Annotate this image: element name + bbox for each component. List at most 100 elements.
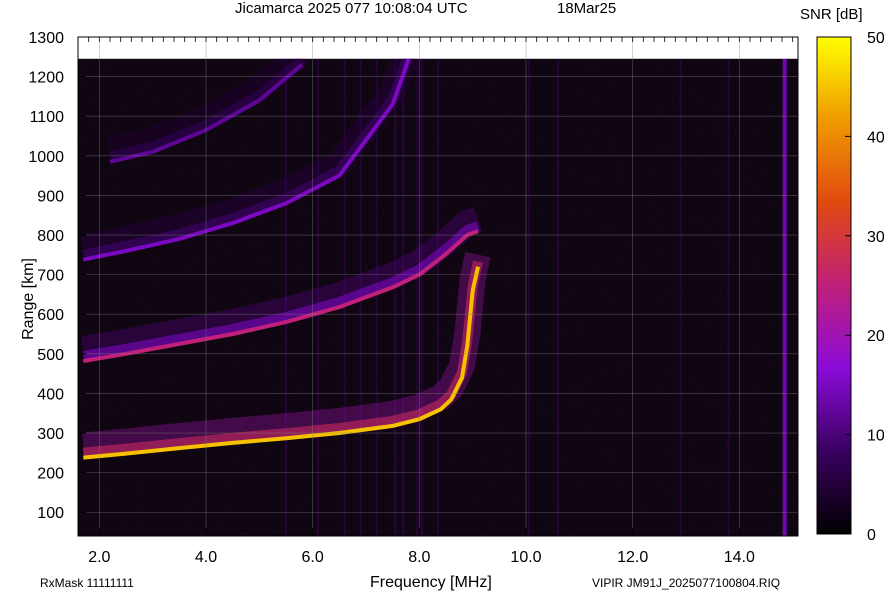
noise-speck — [546, 252, 548, 254]
noise-speck — [480, 233, 483, 235]
noise-speck — [324, 114, 327, 116]
noise-speck — [699, 232, 701, 234]
noise-speck — [287, 334, 289, 336]
noise-speck — [539, 141, 541, 143]
noise-speck — [491, 350, 493, 352]
noise-speck — [549, 521, 552, 523]
noise-speck — [495, 368, 498, 370]
noise-speck — [400, 385, 402, 387]
noise-speck — [662, 210, 665, 212]
noise-speck — [753, 264, 756, 266]
noise-speck — [388, 247, 391, 249]
noise-speck — [445, 72, 447, 74]
noise-speck — [223, 124, 225, 126]
noise-speck — [664, 490, 667, 492]
noise-speck — [79, 241, 81, 243]
noise-speck — [333, 371, 335, 373]
noise-speck — [102, 272, 104, 274]
noise-speck — [608, 139, 610, 141]
noise-speck — [140, 484, 142, 486]
noise-speck — [479, 408, 481, 410]
x-tick-label: 2.0 — [88, 549, 110, 566]
noise-speck — [87, 78, 90, 80]
y-tick-label: 400 — [37, 386, 64, 403]
noise-speck — [261, 243, 264, 245]
noise-speck — [496, 422, 499, 424]
noise-speck — [593, 68, 596, 70]
noise-speck — [518, 151, 521, 153]
noise-speck — [138, 300, 140, 302]
noise-speck — [668, 147, 670, 149]
noise-speck — [234, 362, 236, 364]
noise-speck — [516, 134, 519, 136]
noise-speck — [524, 181, 526, 183]
noise-speck — [659, 477, 661, 479]
noise-speck — [524, 478, 526, 480]
noise-speck — [432, 146, 434, 148]
noise-speck — [299, 509, 302, 511]
y-tick-label: 200 — [37, 466, 64, 483]
noise-speck — [758, 305, 761, 307]
noise-speck — [589, 148, 592, 150]
noise-speck — [227, 254, 229, 256]
noise-speck — [296, 323, 298, 325]
noise-speck — [693, 463, 696, 465]
noise-speck — [405, 299, 407, 301]
x-tick-label: 4.0 — [195, 549, 217, 566]
noise-speck — [620, 483, 623, 485]
noise-speck — [664, 396, 667, 398]
noise-speck — [577, 487, 580, 489]
noise-speck — [450, 415, 453, 417]
noise-speck — [540, 402, 543, 404]
noise-speck — [751, 148, 753, 150]
noise-speck — [596, 462, 598, 464]
noise-speck — [687, 324, 689, 326]
noise-speck — [282, 362, 284, 364]
noise-speck — [505, 141, 507, 143]
noise-speck — [102, 109, 105, 111]
noise-speck — [753, 386, 756, 388]
noise-speck — [586, 426, 588, 428]
noise-speck — [355, 437, 357, 439]
noise-speck — [227, 340, 230, 342]
noise-speck — [111, 411, 113, 413]
noise-speck — [115, 168, 118, 170]
noise-speck — [257, 126, 259, 128]
noise-speck — [445, 321, 447, 323]
noise-speck — [470, 400, 472, 402]
noise-speck — [170, 377, 172, 379]
noise-speck — [621, 235, 624, 237]
noise-speck — [581, 197, 584, 199]
noise-speck — [714, 132, 717, 134]
noise-speck — [426, 351, 429, 353]
noise-speck — [620, 161, 623, 163]
noise-speck — [611, 461, 613, 463]
noise-speck — [611, 302, 614, 304]
noise-speck — [531, 148, 534, 150]
noise-speck — [106, 330, 108, 332]
noise-speck — [230, 504, 232, 506]
noise-speck — [659, 64, 662, 66]
noise-speck — [696, 133, 699, 135]
noise-speck — [533, 119, 535, 121]
edge-band — [782, 58, 787, 537]
noise-speck — [546, 243, 549, 245]
noise-speck — [452, 105, 455, 107]
interference-stripe — [402, 58, 405, 537]
noise-speck — [543, 270, 546, 272]
x-tick-label: 10.0 — [510, 549, 541, 566]
noise-speck — [734, 453, 737, 455]
noise-speck — [193, 170, 195, 172]
noise-speck — [210, 361, 212, 363]
interference-stripe — [415, 58, 418, 537]
noise-speck — [719, 380, 721, 382]
noise-speck — [182, 103, 184, 105]
noise-speck — [389, 513, 391, 515]
noise-speck — [191, 183, 194, 185]
noise-speck — [444, 324, 446, 326]
noise-speck — [700, 357, 702, 359]
noise-speck — [250, 243, 252, 245]
noise-speck — [272, 345, 275, 347]
noise-speck — [120, 405, 122, 407]
noise-speck — [753, 206, 756, 208]
